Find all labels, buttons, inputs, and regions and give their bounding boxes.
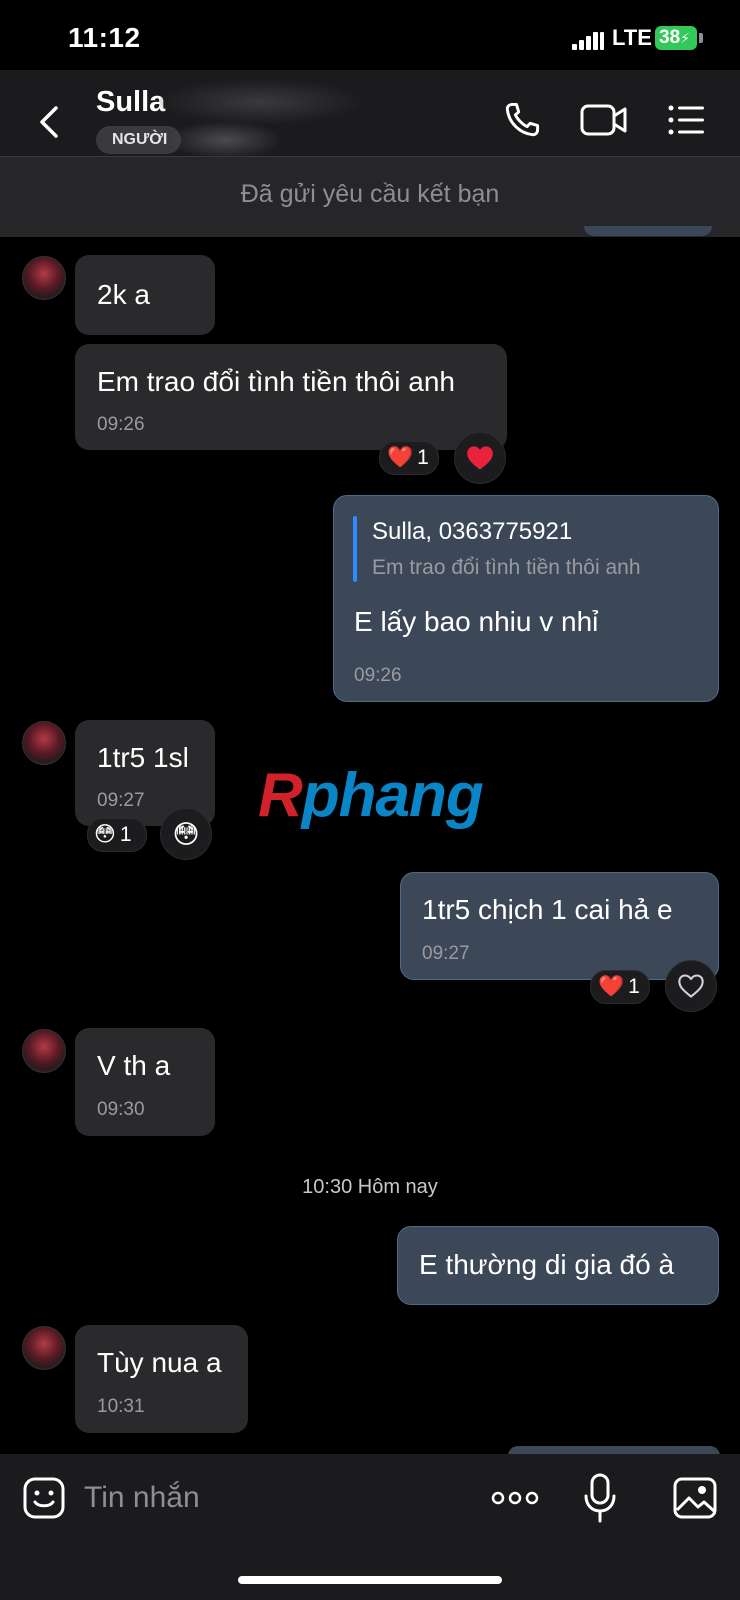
network-label: LTE (612, 25, 652, 50)
heart-reaction-icon: ❤️ (598, 975, 625, 998)
message-text: 1tr5 1sl (97, 742, 189, 773)
signal-icon (572, 30, 604, 50)
message-time: 09:27 (422, 943, 470, 964)
battery-tip (699, 33, 703, 43)
reaction-count: 1 (119, 823, 132, 846)
status-time: 11:12 (68, 22, 141, 53)
battery-icon: 38⚡ (655, 26, 697, 50)
voice-message-button[interactable] (582, 1472, 618, 1524)
contact-name[interactable]: Sulla (96, 86, 165, 119)
watermark-part1: R (258, 761, 303, 830)
video-call-button[interactable] (578, 98, 630, 142)
message-time: 09:27 (97, 790, 145, 811)
heart-reaction-icon: ❤️ (387, 446, 414, 469)
react-button[interactable]: 😳 (160, 808, 212, 860)
message-bubble-incoming[interactable] (75, 1028, 215, 1136)
reply-quote-bar (353, 516, 357, 582)
name-redaction (160, 80, 360, 124)
status-badge: NGƯỜI (96, 126, 182, 154)
reaction-summary[interactable]: ❤️ 1 (379, 441, 439, 475)
phone-icon (505, 102, 540, 137)
video-camera-icon (580, 104, 627, 136)
list-menu-icon (668, 105, 704, 135)
heart-outline-icon (678, 974, 704, 998)
home-indicator[interactable] (238, 1576, 502, 1584)
reaction-summary[interactable]: 😳 1 (87, 818, 147, 852)
heart-icon (467, 446, 493, 470)
react-button[interactable] (454, 432, 506, 484)
message-text: 2k a (97, 279, 150, 310)
battery-level: 38 (659, 27, 681, 48)
avatar[interactable] (22, 256, 66, 300)
chat-menu-button[interactable] (664, 98, 708, 142)
message-text: E thường di gia đó à (419, 1249, 675, 1280)
message-text: E lấy bao nhiu v nhỉ (354, 606, 599, 637)
sticker-button[interactable] (22, 1476, 66, 1520)
smiley-sticker-icon (23, 1477, 65, 1519)
reply-quote-text: Em trao đổi tình tiền thôi anh (372, 556, 641, 579)
message-input[interactable] (84, 1476, 464, 1520)
reply-author: Sulla, 0363775921 (372, 518, 573, 545)
message-text: Em trao đổi tình tiền thôi anh (97, 366, 455, 397)
message-time: 09:26 (97, 414, 145, 435)
message-text: 1tr5 chịch 1 cai hả e (422, 894, 673, 925)
reaction-count: 1 (417, 446, 429, 469)
more-dots-icon (491, 1491, 539, 1505)
partial-message-bubble (584, 226, 712, 236)
date-divider: 10:30 Hôm nay (302, 1176, 438, 1198)
message-time: 09:26 (354, 665, 402, 686)
friend-request-text: Đã gửi yêu cầu kết bạn (240, 180, 500, 208)
call-button[interactable] (500, 98, 544, 142)
message-text: V th a (97, 1050, 171, 1081)
badge-redaction (170, 122, 280, 158)
react-button[interactable] (665, 960, 717, 1012)
message-time: 10:31 (97, 1396, 145, 1417)
avatar[interactable] (22, 1029, 66, 1073)
message-text: Tùy nua a (97, 1347, 222, 1378)
more-options-button[interactable] (490, 1484, 540, 1512)
image-gallery-icon (673, 1477, 717, 1519)
flushed-reaction-icon: 😳 (94, 823, 116, 846)
avatar[interactable] (22, 1326, 66, 1370)
reaction-count: 1 (628, 975, 640, 998)
watermark-part2: phang (301, 761, 484, 830)
watermark-logo: Rphang (258, 760, 484, 831)
chevron-left-icon (40, 106, 58, 138)
send-image-button[interactable] (672, 1476, 718, 1520)
flushed-face-icon: 😳 (172, 818, 200, 849)
microphone-icon (584, 1473, 616, 1523)
back-button[interactable] (28, 100, 72, 144)
message-time: 09:30 (97, 1099, 145, 1120)
avatar[interactable] (22, 721, 66, 765)
reaction-summary[interactable]: ❤️ 1 (590, 970, 650, 1004)
